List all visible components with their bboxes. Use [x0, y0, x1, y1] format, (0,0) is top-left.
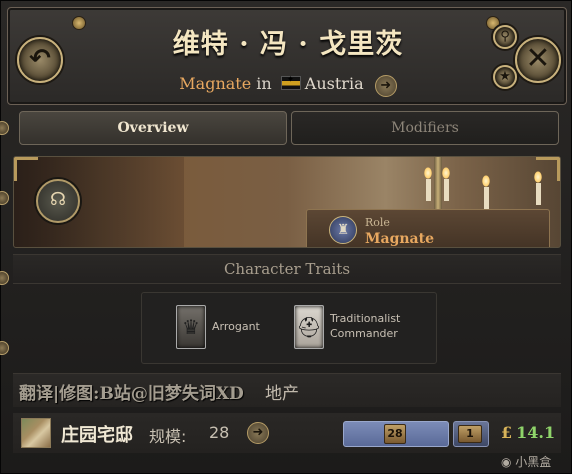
role-label: Role [365, 216, 390, 229]
flame-decoration [424, 167, 432, 179]
close-icon: ✕ [525, 41, 551, 76]
country-link[interactable]: Austria [305, 74, 364, 93]
trait-item-arrogant[interactable]: ♛ Arrogant [176, 305, 286, 351]
estate-level-value: 28 [209, 423, 230, 442]
magnate-role-icon: ♜ [329, 216, 357, 244]
site-logo-text: 小黑盒 [515, 455, 552, 469]
in-word: in [256, 74, 272, 93]
close-button[interactable]: ✕ [515, 37, 561, 83]
estates-heading: 地产 [265, 384, 299, 404]
panel-header: 维特 · 冯 · 戈里茨 Magnate in Austria ➜ [7, 7, 567, 105]
traits-heading: Character Traits [223, 260, 351, 278]
pin-button[interactable]: ⚲ [493, 25, 517, 49]
candle-decoration [536, 183, 541, 205]
flame-decoration [482, 175, 490, 187]
character-name: 维特 · 冯 · 戈里茨 [172, 29, 404, 60]
tab-modifiers[interactable]: Modifiers [291, 111, 559, 145]
star-icon: ★ [499, 69, 511, 84]
building-count: 1 [458, 425, 482, 443]
side-ornament [0, 191, 9, 205]
speech-head-icon: ☊ [50, 189, 66, 210]
go-to-country-button[interactable]: ➜ [374, 75, 397, 97]
role-card[interactable]: ♜ Role Magnate [306, 209, 550, 247]
site-logo: ◉ 小黑盒 [501, 455, 552, 469]
role-value: Magnate [365, 231, 434, 247]
portrait-banner: ☊ ♜ Role Magnate [13, 156, 561, 248]
pin-icon: ⚲ [500, 29, 510, 44]
traits-list: ♛ Arrogant ⛑ Traditionalist Commander [141, 292, 437, 364]
back-button[interactable]: ↶ [17, 37, 63, 83]
candle-decoration [426, 179, 431, 201]
translator-watermark: 翻译|修图:B站@旧梦失词XD [19, 384, 244, 404]
arrow-right-icon: ➜ [380, 78, 392, 93]
manor-house-icon [21, 418, 51, 448]
estate-level-label: 规模: [149, 427, 187, 446]
pound-icon: £ [501, 423, 513, 442]
estate-name[interactable]: 庄园宅邸 [61, 421, 133, 447]
trait-name: Traditionalist Commander [330, 312, 401, 340]
employment-level: 28 [384, 424, 406, 444]
diplomacy-button[interactable]: ☊ [36, 179, 80, 223]
estates-header: 翻译|修图:B站@旧梦失词XD 地产 [13, 373, 561, 407]
back-arrow-icon: ↶ [29, 44, 51, 74]
header-ornament [72, 16, 86, 30]
building-count-box[interactable]: 1 [453, 421, 489, 447]
side-ornament [0, 121, 9, 135]
estate-row[interactable]: 庄园宅邸 规模: 28 ➜ 28 1 £14.1 [13, 413, 561, 453]
favorite-button[interactable]: ★ [493, 65, 517, 89]
arrow-right-icon: ➜ [252, 425, 264, 440]
employment-bar[interactable]: 28 [343, 421, 449, 447]
go-to-estate-button[interactable]: ➜ [247, 422, 269, 444]
side-ornament [0, 341, 9, 355]
austria-flag-icon[interactable] [280, 75, 301, 90]
trait-name: Arrogant [212, 320, 260, 333]
banner-corner-ornament [536, 157, 560, 181]
traits-header: Character Traits [13, 254, 561, 284]
character-panel: 维特 · 冯 · 戈里茨 Magnate in Austria ➜ ↶ ⚲ ★ … [0, 0, 572, 474]
estate-income: £14.1 [501, 423, 555, 442]
income-value: 14.1 [516, 423, 556, 442]
crown-icon: ♛ [176, 305, 206, 349]
tab-bar: Overview Modifiers [19, 111, 559, 147]
role-link[interactable]: Magnate [179, 74, 251, 93]
trait-item-traditionalist-commander[interactable]: ⛑ Traditionalist Commander [294, 305, 434, 351]
banner-corner-ornament [14, 157, 38, 181]
tab-overview[interactable]: Overview [19, 111, 287, 145]
character-subtitle: Magnate in Austria ➜ [98, 74, 478, 97]
candle-decoration [484, 187, 489, 209]
flame-decoration [442, 167, 450, 179]
side-ornament [0, 271, 9, 285]
candle-decoration [444, 179, 449, 201]
helmet-icon: ⛑ [294, 305, 324, 349]
